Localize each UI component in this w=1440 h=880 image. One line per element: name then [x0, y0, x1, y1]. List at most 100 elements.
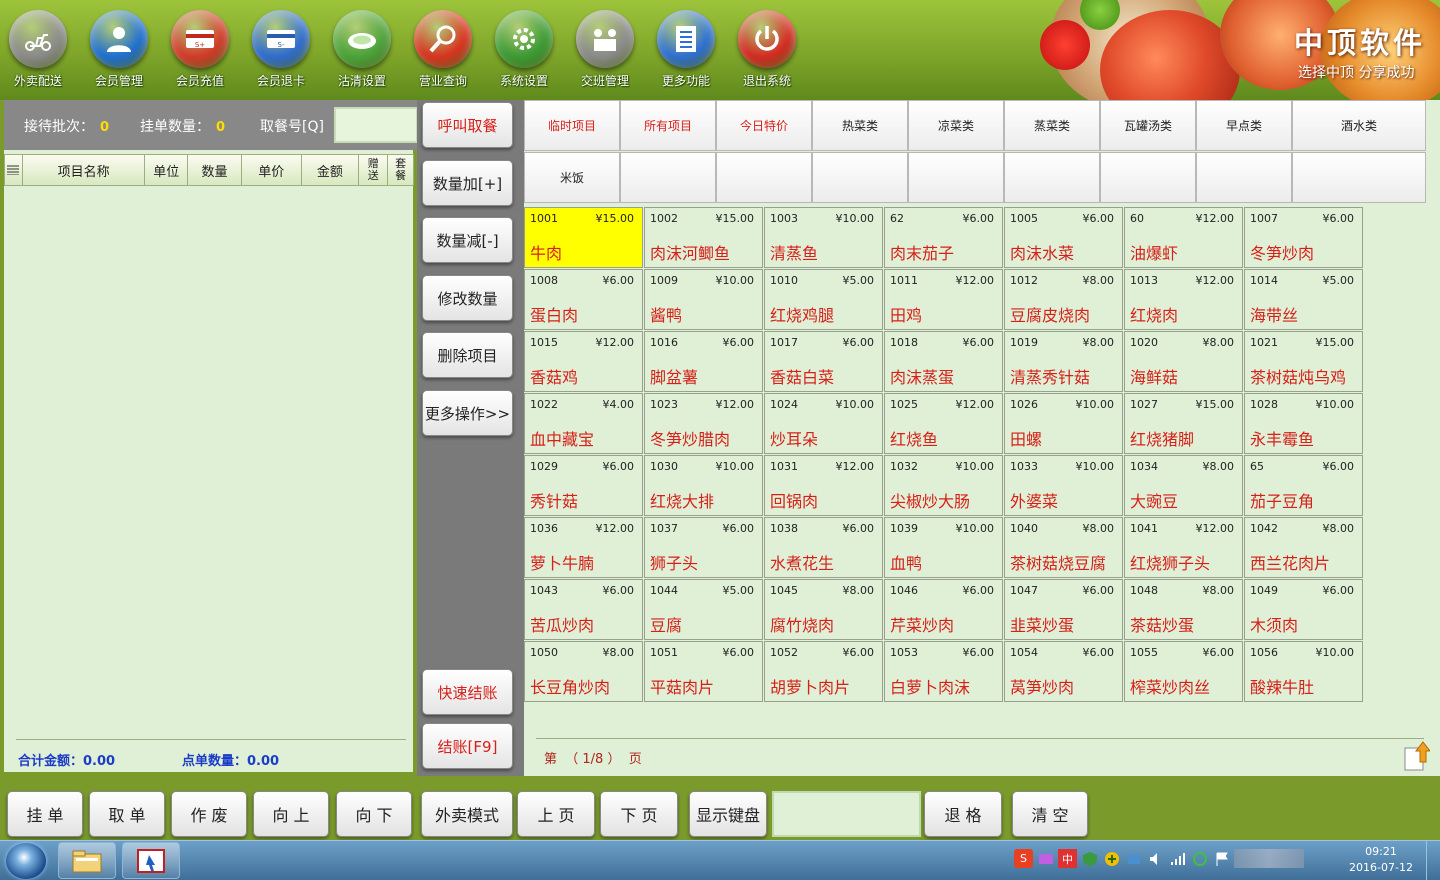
ime-chinese-icon[interactable]: 中	[1058, 849, 1077, 868]
shield-icon[interactable]	[1080, 849, 1099, 868]
toolbar-button-5[interactable]: 沽清设置	[324, 10, 400, 94]
dish-tile[interactable]: 1005 ¥6.00 肉沫水菜	[1004, 207, 1123, 268]
category-tab[interactable]	[1292, 152, 1426, 203]
category-tab[interactable]	[1196, 152, 1292, 203]
toolbar-button-7[interactable]: 系统设置	[486, 10, 562, 94]
retrieve-order-button[interactable]: 取 单	[89, 791, 165, 837]
category-tab[interactable]: 瓦罐汤类	[1100, 100, 1196, 151]
dish-tile[interactable]: 1010 ¥5.00 红烧鸡腿	[764, 269, 883, 330]
dish-tile[interactable]: 1014 ¥5.00 海带丝	[1244, 269, 1363, 330]
dish-tile[interactable]: 1021 ¥15.00 茶树菇炖乌鸡	[1244, 331, 1363, 392]
dish-tile[interactable]: 1053 ¥6.00 白萝卜肉沫	[884, 641, 1003, 702]
column-header-name[interactable]: 项目名称	[23, 155, 146, 185]
category-tab[interactable]: 酒水类	[1292, 100, 1426, 151]
file-explorer-task-icon[interactable]	[58, 842, 116, 879]
dish-tile[interactable]: 1012 ¥8.00 豆腐皮烧肉	[1004, 269, 1123, 330]
dish-tile[interactable]: 1051 ¥6.00 平菇肉片	[644, 641, 763, 702]
dish-tile[interactable]: 1056 ¥10.00 酸辣牛肚	[1244, 641, 1363, 702]
toolbar-button-8[interactable]: 交班管理	[567, 10, 643, 94]
dish-tile[interactable]: 1044 ¥5.00 豆腐	[644, 579, 763, 640]
quantity-plus-button[interactable]: 数量加[+]	[422, 160, 513, 206]
dish-tile[interactable]: 1011 ¥12.00 田鸡	[884, 269, 1003, 330]
column-header-combo[interactable]: 套餐	[388, 155, 413, 185]
backspace-button[interactable]: 退 格	[924, 791, 1002, 837]
dish-tile[interactable]: 1048 ¥8.00 茶菇炒蛋	[1124, 579, 1243, 640]
checkout-button[interactable]: 结账[F9]	[422, 723, 513, 769]
dish-tile[interactable]: 1026 ¥10.00 田螺	[1004, 393, 1123, 454]
column-header-price[interactable]: 单价	[242, 155, 302, 185]
dish-tile[interactable]: 1041 ¥12.00 红烧狮子头	[1124, 517, 1243, 578]
dish-tile[interactable]: 1007 ¥6.00 冬笋炒肉	[1244, 207, 1363, 268]
prev-page-button[interactable]: 上 页	[517, 791, 595, 837]
quantity-minus-button[interactable]: 数量减[-]	[422, 217, 513, 263]
dish-tile[interactable]: 62 ¥6.00 肉末茄子	[884, 207, 1003, 268]
more-operations-button[interactable]: 更多操作>>	[422, 390, 513, 436]
dish-tile[interactable]: 1054 ¥6.00 莴笋炒肉	[1004, 641, 1123, 702]
dish-tile[interactable]: 1009 ¥10.00 酱鸭	[644, 269, 763, 330]
network-shield-icon[interactable]	[1124, 849, 1143, 868]
toolbar-button-1[interactable]: 外卖配送	[0, 10, 76, 94]
dish-tile[interactable]: 1020 ¥8.00 海鲜菇	[1124, 331, 1243, 392]
dish-tile[interactable]: 1022 ¥4.00 血中藏宝	[524, 393, 643, 454]
pickup-number-input[interactable]	[334, 107, 418, 143]
category-tab[interactable]: 热菜类	[812, 100, 908, 151]
call-pickup-button[interactable]: 呼叫取餐	[422, 102, 513, 148]
sync-icon[interactable]	[1190, 849, 1209, 868]
dish-tile[interactable]: 1003 ¥10.00 清蒸鱼	[764, 207, 883, 268]
move-up-button[interactable]: 向 上	[253, 791, 329, 837]
category-tab[interactable]: 所有项目	[620, 100, 716, 151]
dish-tile[interactable]: 1055 ¥6.00 榨菜炒肉丝	[1124, 641, 1243, 702]
dish-tile[interactable]: 1018 ¥6.00 肉沫蒸蛋	[884, 331, 1003, 392]
dish-tile[interactable]: 1038 ¥6.00 水煮花生	[764, 517, 883, 578]
dish-tile[interactable]: 1027 ¥15.00 红烧猪脚	[1124, 393, 1243, 454]
category-tab[interactable]	[908, 152, 1004, 203]
dish-tile[interactable]: 1049 ¥6.00 木须肉	[1244, 579, 1363, 640]
row-selector-icon[interactable]	[5, 155, 23, 185]
clock[interactable]: 09:21 2016-07-12	[1340, 844, 1422, 876]
keyboard-input[interactable]	[772, 791, 921, 837]
dish-tile[interactable]: 65 ¥6.00 茄子豆角	[1244, 455, 1363, 516]
toolbar-button-9[interactable]: 更多功能	[648, 10, 724, 94]
toolbar-button-10[interactable]: 退出系统	[729, 10, 805, 94]
move-down-button[interactable]: 向 下	[336, 791, 412, 837]
plus-security-icon[interactable]	[1102, 849, 1121, 868]
edit-quantity-button[interactable]: 修改数量	[422, 275, 513, 321]
category-tab[interactable]	[812, 152, 908, 203]
dish-tile[interactable]: 1034 ¥8.00 大豌豆	[1124, 455, 1243, 516]
signal-icon[interactable]	[1168, 849, 1187, 868]
dish-tile[interactable]: 1045 ¥8.00 腐竹烧肉	[764, 579, 883, 640]
toolbar-button-3[interactable]: S+ 会员充值	[162, 10, 238, 94]
toolbar-button-6[interactable]: 营业查询	[405, 10, 481, 94]
dish-tile[interactable]: 1047 ¥6.00 韭菜炒蛋	[1004, 579, 1123, 640]
dish-tile[interactable]: 1032 ¥10.00 尖椒炒大肠	[884, 455, 1003, 516]
column-header-gift[interactable]: 赠送	[359, 155, 389, 185]
dish-tile[interactable]: 60 ¥12.00 油爆虾	[1124, 207, 1243, 268]
hold-order-button[interactable]: 挂 单	[7, 791, 83, 837]
next-page-button[interactable]: 下 页	[600, 791, 678, 837]
scroll-up-icon[interactable]	[1404, 740, 1430, 772]
dish-tile[interactable]: 1030 ¥10.00 红烧大排	[644, 455, 763, 516]
show-keyboard-button[interactable]: 显示键盘	[689, 791, 767, 837]
category-tab[interactable]: 临时项目	[524, 100, 620, 151]
dish-tile[interactable]: 1036 ¥12.00 萝卜牛腩	[524, 517, 643, 578]
dish-tile[interactable]: 1019 ¥8.00 清蒸秀针菇	[1004, 331, 1123, 392]
dish-tile[interactable]: 1016 ¥6.00 脚盆薯	[644, 331, 763, 392]
dish-tile[interactable]: 1046 ¥6.00 芹菜炒肉	[884, 579, 1003, 640]
dish-tile[interactable]: 1050 ¥8.00 长豆角炒肉	[524, 641, 643, 702]
dish-tile[interactable]: 1015 ¥12.00 香菇鸡	[524, 331, 643, 392]
category-tab[interactable]: 今日特价	[716, 100, 812, 151]
dish-tile[interactable]: 1052 ¥6.00 胡萝卜肉片	[764, 641, 883, 702]
dish-tile[interactable]: 1024 ¥10.00 炒耳朵	[764, 393, 883, 454]
toolbar-button-4[interactable]: S- 会员退卡	[243, 10, 319, 94]
dish-tile[interactable]: 1031 ¥12.00 回锅肉	[764, 455, 883, 516]
category-tab[interactable]: 米饭	[524, 152, 620, 203]
category-tab[interactable]	[1004, 152, 1100, 203]
start-button-icon[interactable]	[6, 843, 46, 879]
dish-tile[interactable]: 1043 ¥6.00 苦瓜炒肉	[524, 579, 643, 640]
void-button[interactable]: 作 废	[171, 791, 247, 837]
dish-tile[interactable]: 1013 ¥12.00 红烧肉	[1124, 269, 1243, 330]
dish-tile[interactable]: 1028 ¥10.00 永丰霉鱼	[1244, 393, 1363, 454]
dish-tile[interactable]: 1002 ¥15.00 肉沫河鲫鱼	[644, 207, 763, 268]
category-tab[interactable]	[620, 152, 716, 203]
dish-tile[interactable]: 1037 ¥6.00 狮子头	[644, 517, 763, 578]
